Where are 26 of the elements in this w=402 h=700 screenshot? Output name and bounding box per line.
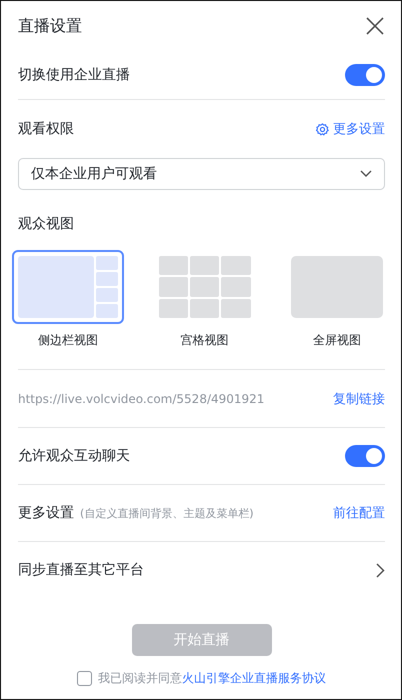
sidebar-layout-option[interactable] bbox=[12, 250, 124, 324]
agreement-checkbox[interactable] bbox=[77, 671, 92, 686]
more-settings-link[interactable]: 更多设置 bbox=[316, 120, 385, 138]
gear-icon bbox=[316, 122, 329, 136]
copy-link[interactable]: 复制链接 bbox=[333, 390, 385, 408]
toggle-switch[interactable] bbox=[345, 445, 385, 467]
setting-label: 更多设置 bbox=[18, 504, 74, 522]
live-url: https://live.volcvideo.com/5528/4901921 bbox=[18, 392, 264, 406]
section-label: 观众视图 bbox=[18, 215, 74, 233]
agreement-link[interactable]: 火山引擎企业直播服务协议 bbox=[182, 671, 326, 685]
dialog-title: 直播设置 bbox=[18, 16, 82, 36]
toggle-switch[interactable] bbox=[345, 64, 385, 86]
layout-label: 全屏视图 bbox=[313, 332, 361, 349]
layout-label: 宫格视图 bbox=[180, 332, 228, 349]
agreement-text: 我已阅读并同意火山引擎企业直播服务协议 bbox=[98, 670, 326, 687]
close-icon[interactable] bbox=[366, 17, 384, 35]
toggle-label: 切换使用企业直播 bbox=[18, 66, 130, 84]
chevron-down-icon bbox=[360, 170, 372, 178]
section-label: 观看权限 bbox=[18, 120, 74, 138]
permission-select[interactable]: 仅本企业用户可观看 bbox=[18, 158, 385, 190]
configure-link[interactable]: 前往配置 bbox=[333, 504, 385, 522]
toggle-label: 允许观众互动聊天 bbox=[18, 447, 130, 465]
layout-label: 侧边栏视图 bbox=[38, 332, 98, 349]
setting-hint: (自定义直播间背景、主题及菜单栏) bbox=[80, 506, 254, 520]
sync-label: 同步直播至其它平台 bbox=[18, 561, 144, 579]
chevron-right-icon[interactable] bbox=[376, 562, 385, 578]
